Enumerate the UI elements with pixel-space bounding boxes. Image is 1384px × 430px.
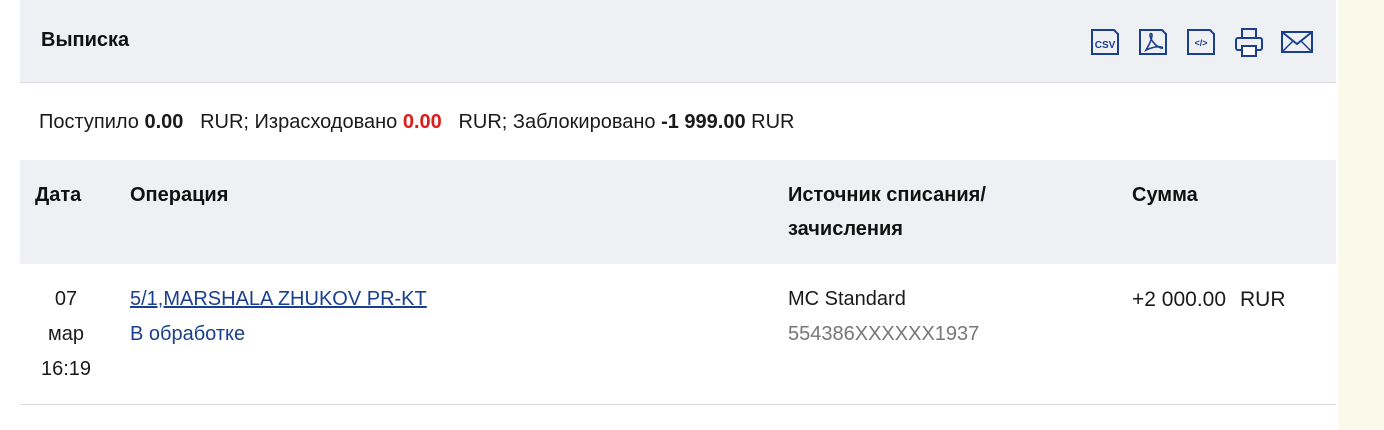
source-card-number: 554386XXXXXX1937 <box>788 323 980 345</box>
svg-text:</>: </> <box>1194 38 1207 48</box>
column-header-amount: Сумма <box>1132 184 1198 206</box>
operation-link[interactable]: 5/1,MARSHALA ZHUKOV PR-KT <box>130 282 427 317</box>
statement-panel: Выписка CSV </> Поступило 0.00 RUR; Изра… <box>20 0 1336 430</box>
csv-icon: CSV <box>1091 29 1119 55</box>
xml-icon: </> <box>1187 29 1215 55</box>
page-title: Выписка <box>41 29 130 51</box>
envelope-icon <box>1281 31 1313 53</box>
page-background-strip <box>1338 0 1384 430</box>
print-button[interactable] <box>1232 26 1266 58</box>
spent-label: Израсходовано <box>254 111 398 133</box>
pdf-icon <box>1139 29 1167 55</box>
export-toolbar: CSV </> <box>1088 26 1314 58</box>
source-card-name: MC Standard <box>788 288 906 310</box>
blocked-value: -1 999.00 <box>661 111 746 133</box>
income-currency: RUR; <box>200 111 249 133</box>
transaction-day: 07 <box>54 288 78 310</box>
statement-summary: Поступило 0.00 RUR; Израсходовано 0.00 R… <box>39 111 795 134</box>
transaction-time: 16:19 <box>40 358 92 380</box>
pdf-export-button[interactable] <box>1136 26 1170 58</box>
table-row: 07 мар 16:19 5/1,MARSHALA ZHUKOV PR-KT В… <box>20 264 1336 405</box>
email-button[interactable] <box>1280 26 1314 58</box>
transaction-amount: +2 000.00 RUR <box>1132 282 1286 317</box>
transaction-month: мар <box>48 323 84 345</box>
column-header-source: Источник списания/ зачисления <box>788 184 986 240</box>
blocked-currency: RUR <box>751 111 795 133</box>
table-header: Дата Операция Источник списания/ зачисле… <box>20 160 1336 264</box>
blocked-label: Заблокировано <box>512 111 656 133</box>
income-value: 0.00 <box>144 111 184 133</box>
statement-header: Выписка CSV </> <box>20 0 1336 83</box>
svg-text:CSV: CSV <box>1095 40 1116 51</box>
spent-currency: RUR; <box>458 111 508 133</box>
column-header-date: Дата <box>35 184 82 206</box>
xml-export-button[interactable]: </> <box>1184 26 1218 58</box>
income-label: Поступило <box>39 111 139 133</box>
amount-currency: RUR <box>1240 288 1286 311</box>
csv-export-button[interactable]: CSV <box>1088 26 1122 58</box>
printer-icon <box>1235 28 1263 57</box>
operation-status: В обработке <box>130 323 246 345</box>
transaction-date: 07 мар 16:19 <box>30 282 102 387</box>
column-header-operation: Операция <box>130 184 229 206</box>
spent-value: 0.00 <box>402 111 442 133</box>
amount-value: +2 000.00 <box>1132 288 1227 311</box>
